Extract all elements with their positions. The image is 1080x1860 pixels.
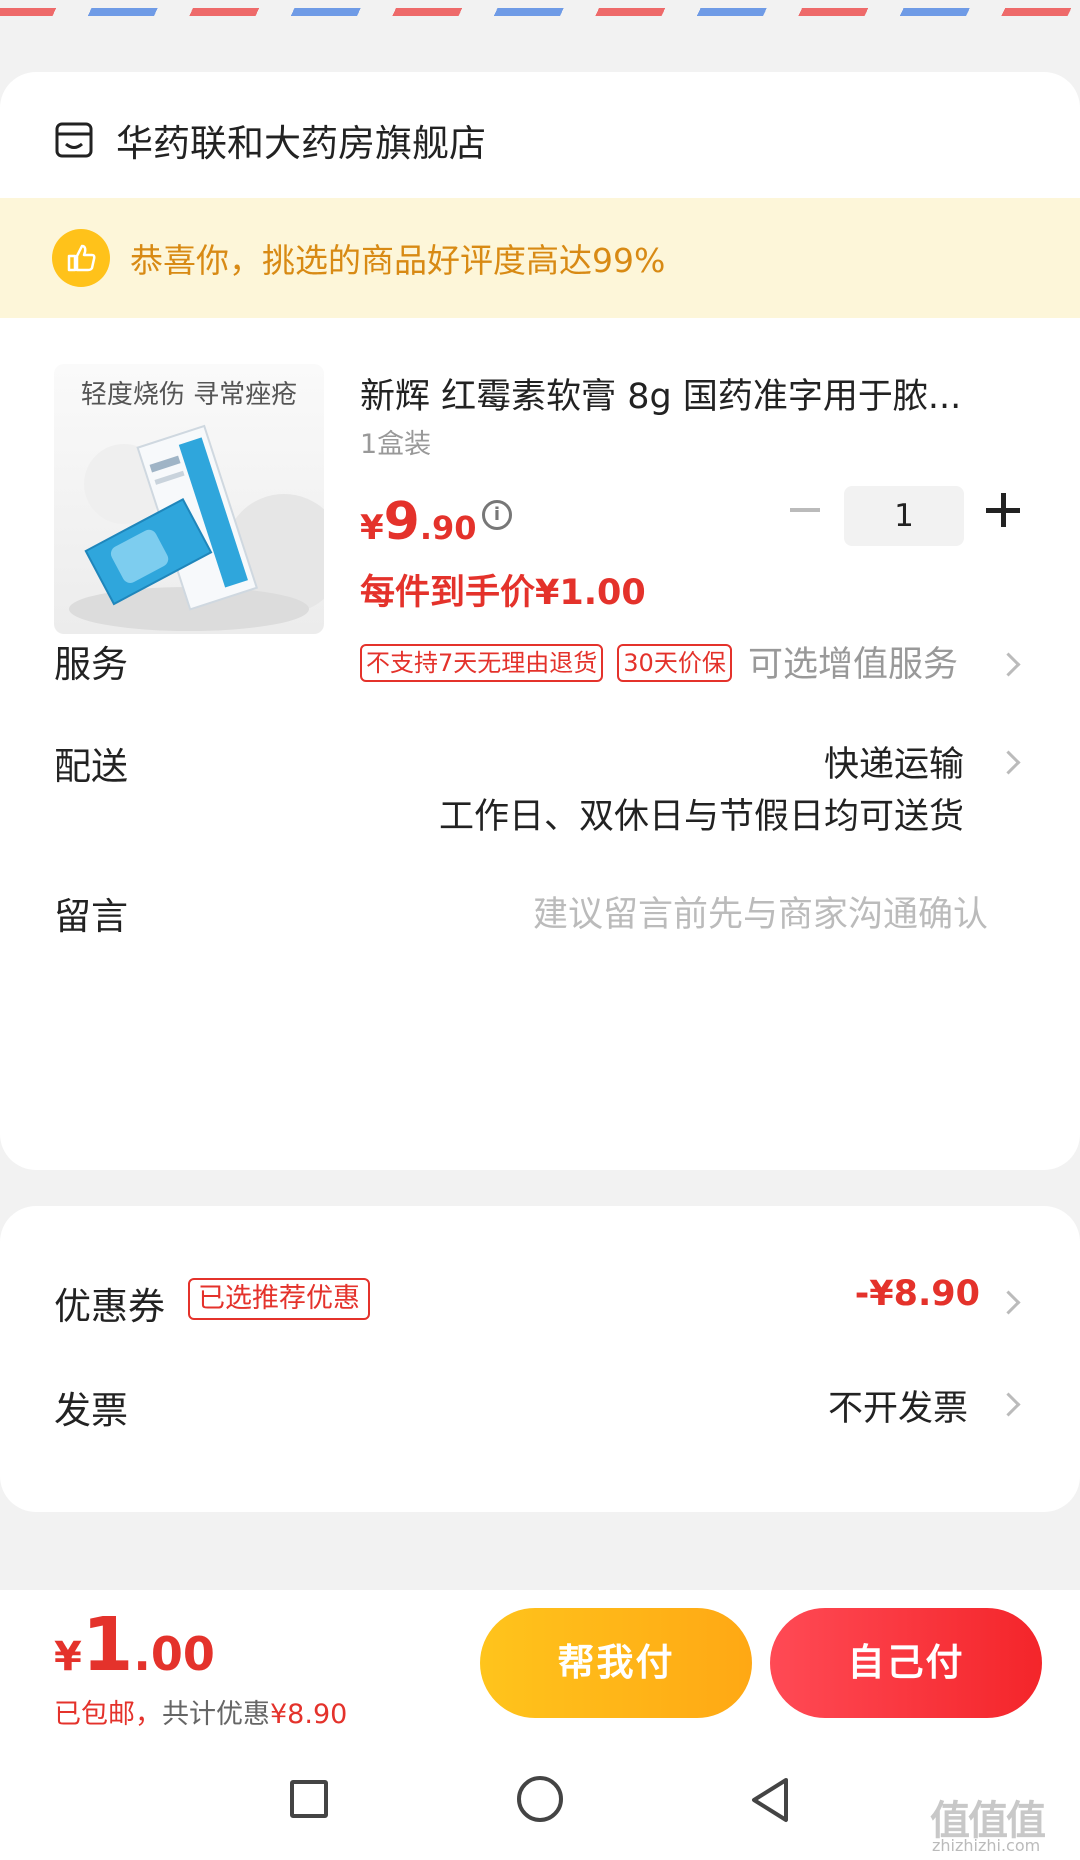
total-currency: ¥ bbox=[54, 1634, 82, 1680]
delivery-detail: 工作日、双休日与节假日均可送货 bbox=[438, 797, 964, 837]
envelope-stripe-border bbox=[0, 0, 1080, 38]
price-integer: 9 bbox=[383, 492, 420, 552]
final-unit-price: 每件到手价¥1.00 bbox=[360, 573, 646, 613]
store-header[interactable]: 华药联和大药房旗舰店 bbox=[54, 112, 486, 168]
tag-no-return: 不支持7天无理由退货 bbox=[360, 644, 604, 682]
quantity-decrease-button[interactable] bbox=[788, 492, 822, 528]
product-spec: 1盒装 bbox=[360, 429, 432, 460]
service-label: 服务 bbox=[54, 643, 128, 686]
product-image[interactable]: 轻度烧伤 寻常痤疮 bbox=[54, 364, 324, 634]
product-price: ¥ 9 .90 bbox=[360, 492, 477, 552]
saved-value: ¥8.90 bbox=[270, 1699, 348, 1730]
envelope-stripe bbox=[0, 8, 1080, 16]
info-icon[interactable]: i bbox=[482, 500, 512, 530]
invoice-value: 不开发票 bbox=[827, 1389, 968, 1429]
shipping-note: 已包邮，共计优惠¥8.90 bbox=[54, 1692, 347, 1731]
ointment-illustration bbox=[69, 424, 324, 631]
checkout-bar: ¥ 1 .00 已包邮，共计优惠¥8.90 帮我付 自己付 bbox=[0, 1590, 1080, 1740]
system-nav-bar: 值值值 zhizhizhi.com bbox=[0, 1740, 1080, 1860]
product-tags: 不支持7天无理由退货 30天价保 bbox=[360, 644, 746, 682]
store-icon bbox=[55, 122, 93, 158]
message-label: 留言 bbox=[54, 895, 128, 938]
praise-text: 恭喜你，挑选的商品好评度高达99% bbox=[130, 241, 666, 280]
praise-banner: 恭喜你，挑选的商品好评度高达99% bbox=[0, 198, 1080, 318]
store-name: 华药联和大药房旗舰店 bbox=[116, 122, 486, 165]
invoice-label: 发票 bbox=[54, 1389, 128, 1432]
delivery-label: 配送 bbox=[54, 745, 128, 788]
message-input[interactable]: 建议留言前先与商家沟通确认 bbox=[533, 886, 988, 937]
chevron-right-icon bbox=[996, 750, 1021, 775]
total-integer: 1 bbox=[81, 1602, 134, 1688]
quantity-increase-button[interactable] bbox=[986, 490, 1022, 530]
product-title[interactable]: 新辉 红霉素软膏 8g 国药准字用于脓... bbox=[360, 368, 1026, 419]
service-value: 可选增值服务 bbox=[747, 645, 958, 685]
order-card: 华药联和大药房旗舰店 恭喜你，挑选的商品好评度高达99% 轻度烧伤 寻常痤疮 新… bbox=[0, 72, 1080, 1170]
thumbs-up-icon bbox=[52, 229, 110, 287]
total-price: ¥ 1 .00 bbox=[54, 1602, 215, 1688]
coupon-selected-badge: 已选推荐优惠 bbox=[188, 1278, 370, 1320]
price-decimal: .90 bbox=[419, 509, 477, 547]
coupon-value: -¥8.90 bbox=[854, 1274, 980, 1314]
discount-card: 优惠券 已选推荐优惠 -¥8.90 发票 不开发票 bbox=[0, 1206, 1080, 1512]
chevron-right-icon bbox=[996, 1290, 1021, 1315]
tag-price-protect: 30天价保 bbox=[617, 644, 732, 682]
saved-label: 共计优惠 bbox=[162, 1699, 270, 1730]
back-icon[interactable] bbox=[748, 1776, 792, 1824]
delivery-value: 快递运输 bbox=[823, 745, 964, 785]
chevron-right-icon bbox=[996, 652, 1021, 677]
self-pay-button[interactable]: 自己付 bbox=[770, 1608, 1042, 1718]
coupon-label: 优惠券 bbox=[54, 1285, 165, 1328]
home-icon[interactable] bbox=[517, 1776, 563, 1822]
total-decimal: .00 bbox=[133, 1627, 215, 1681]
price-currency: ¥ bbox=[360, 508, 384, 548]
quantity-input[interactable]: 1 bbox=[844, 486, 964, 546]
help-pay-button[interactable]: 帮我付 bbox=[480, 1608, 752, 1718]
watermark-url: zhizhizhi.com bbox=[932, 1836, 1041, 1855]
recents-icon[interactable] bbox=[290, 1780, 328, 1818]
shipping-free-text: 已包邮， bbox=[54, 1699, 162, 1730]
chevron-right-icon bbox=[996, 1392, 1021, 1417]
